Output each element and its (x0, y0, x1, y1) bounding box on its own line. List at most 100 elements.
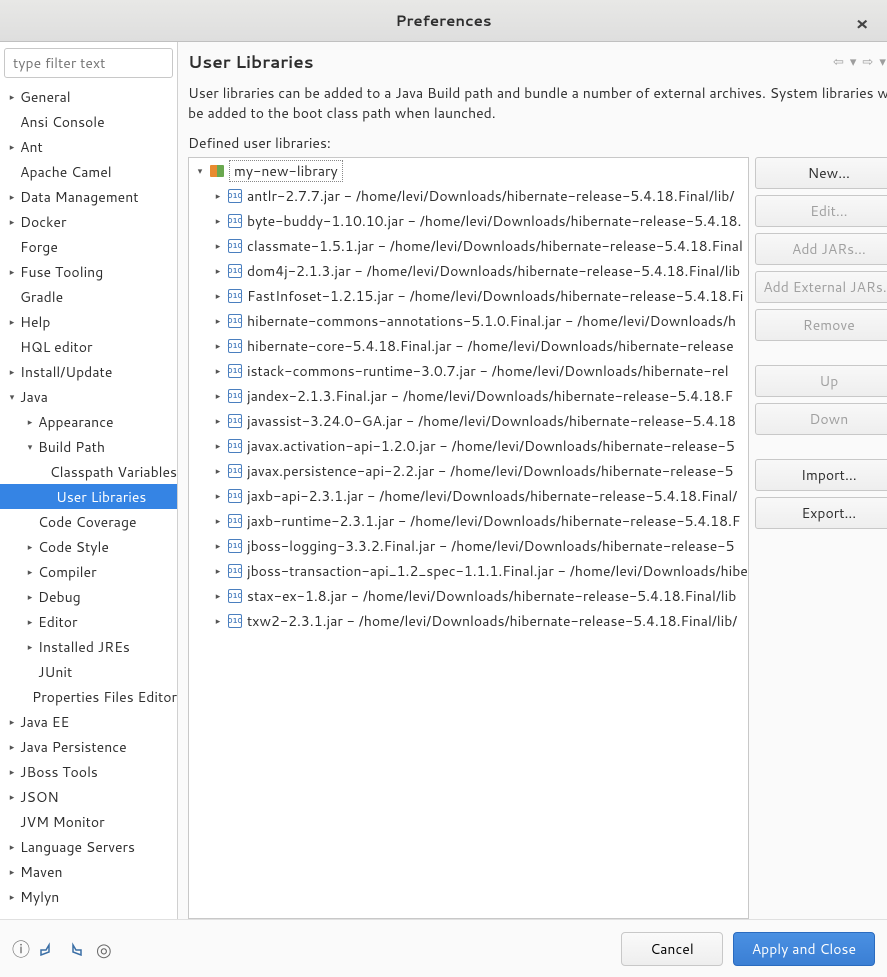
tree-item[interactable]: ▾Java (0, 384, 177, 409)
jar-item[interactable]: ▸010istack-commons-runtime-3.0.7.jar - /… (189, 358, 748, 383)
jar-item[interactable]: ▸010FastInfoset-1.2.15.jar - /home/levi/… (189, 283, 748, 308)
jar-item[interactable]: ▸010classmate-1.5.1.jar - /home/levi/Dow… (189, 233, 748, 258)
down-button[interactable]: Down (755, 403, 887, 435)
tree-item[interactable]: ▸Compiler (0, 559, 177, 584)
filter-input[interactable] (4, 48, 173, 78)
tree-item[interactable]: JVM Monitor (0, 809, 177, 834)
jar-item[interactable]: ▸010jaxb-api-2.3.1.jar - /home/levi/Down… (189, 483, 748, 508)
export-button[interactable]: Export... (755, 497, 887, 529)
expand-arrow-icon: ▸ (6, 265, 18, 278)
jar-label: javax.activation-api-1.2.0.jar - /home/l… (247, 436, 735, 456)
jar-item[interactable]: ▸010byte-buddy-1.10.10.jar - /home/levi/… (189, 208, 748, 233)
tree-item[interactable]: JUnit (0, 659, 177, 684)
tree-item[interactable]: ▸Mylyn (0, 884, 177, 909)
close-icon[interactable]: × (851, 10, 873, 32)
tree-item-label: Data Management (18, 187, 139, 207)
help-icon[interactable]: ⓘ (12, 936, 30, 962)
tree-item[interactable]: ▸Editor (0, 609, 177, 634)
expand-arrow-icon: ▸ (6, 315, 18, 328)
tree-item[interactable]: Code Coverage (0, 509, 177, 534)
tree-item-label: Properties Files Editor (30, 687, 177, 707)
back-icon[interactable]: ⇦ (833, 53, 844, 71)
forward-menu-icon[interactable]: ▾ (879, 53, 886, 71)
tree-item[interactable]: ▸Docker (0, 209, 177, 234)
tree-item[interactable]: Properties Files Editor (0, 684, 177, 709)
jar-label: jaxb-api-2.3.1.jar - /home/levi/Download… (247, 486, 737, 506)
tree-item[interactable]: ▸Installed JREs (0, 634, 177, 659)
expand-arrow-icon: ▾ (193, 164, 207, 177)
tree-item[interactable]: ▸Ant (0, 134, 177, 159)
new-button[interactable]: New... (755, 157, 887, 189)
jar-icon: 010 (227, 213, 243, 229)
tree-item[interactable]: HQL editor (0, 334, 177, 359)
jar-item[interactable]: ▸010jandex-2.1.3.Final.jar - /home/levi/… (189, 383, 748, 408)
jar-item[interactable]: ▸010stax-ex-1.8.jar - /home/levi/Downloa… (189, 583, 748, 608)
tree-item[interactable]: ▸Maven (0, 859, 177, 884)
library-root[interactable]: ▾my-new-library (189, 158, 748, 183)
jar-item[interactable]: ▸010antlr-2.7.7.jar - /home/levi/Downloa… (189, 183, 748, 208)
forward-icon[interactable]: ⇨ (862, 53, 873, 71)
tree-item[interactable]: ▸Install/Update (0, 359, 177, 384)
import-prefs-icon[interactable] (40, 936, 58, 962)
cancel-button[interactable]: Cancel (621, 932, 723, 966)
jar-icon: 010 (227, 388, 243, 404)
export-prefs-icon[interactable] (68, 936, 86, 962)
jar-item[interactable]: ▸010javax.persistence-api-2.2.jar - /hom… (189, 458, 748, 483)
jar-item[interactable]: ▸010hibernate-core-5.4.18.Final.jar - /h… (189, 333, 748, 358)
jar-item[interactable]: ▸010javax.activation-api-1.2.0.jar - /ho… (189, 433, 748, 458)
tree-item[interactable]: ▸Appearance (0, 409, 177, 434)
tree-item[interactable]: ▸General (0, 84, 177, 109)
window-title: Preferences (395, 10, 491, 31)
oomph-icon[interactable]: ◎ (96, 936, 112, 962)
jar-item[interactable]: ▸010javassist-3.24.0-GA.jar - /home/levi… (189, 408, 748, 433)
expand-arrow-icon: ▸ (211, 314, 225, 327)
tree-item[interactable]: ▸Language Servers (0, 834, 177, 859)
tree-item[interactable]: User Libraries (0, 484, 177, 509)
expand-arrow-icon: ▾ (24, 440, 36, 453)
expand-arrow-icon: ▸ (211, 339, 225, 352)
jar-item[interactable]: ▸010hibernate-commons-annotations-5.1.0.… (189, 308, 748, 333)
apply-close-button[interactable]: Apply and Close (733, 932, 875, 966)
expand-arrow-icon: ▸ (211, 464, 225, 477)
tree-item[interactable]: Ansi Console (0, 109, 177, 134)
tree-item-label: JBoss Tools (18, 762, 98, 782)
add-external-jars-button[interactable]: Add External JARs... (755, 271, 887, 303)
jar-icon: 010 (227, 563, 243, 579)
tree-item-label: Ant (18, 137, 43, 157)
jar-item[interactable]: ▸010jboss-logging-3.3.2.Final.jar - /hom… (189, 533, 748, 558)
tree-item[interactable]: ▸Help (0, 309, 177, 334)
tree-item[interactable]: Gradle (0, 284, 177, 309)
jar-item[interactable]: ▸010txw2-2.3.1.jar - /home/levi/Download… (189, 608, 748, 633)
tree-item[interactable]: Apache Camel (0, 159, 177, 184)
expand-arrow-icon: ▸ (211, 514, 225, 527)
edit-button[interactable]: Edit... (755, 195, 887, 227)
tree-item[interactable]: ▸Java Persistence (0, 734, 177, 759)
back-menu-icon[interactable]: ▾ (850, 53, 857, 71)
tree-item-label: Maven (18, 862, 63, 882)
tree-item[interactable]: ▸Debug (0, 584, 177, 609)
jar-item[interactable]: ▸010jboss-transaction-api_1.2_spec-1.1.1… (189, 558, 748, 583)
tree-item-label: Help (18, 312, 50, 332)
tree-item[interactable]: ▸Java EE (0, 709, 177, 734)
tree-item[interactable]: Forge (0, 234, 177, 259)
tree-item-label: Classpath Variables (48, 462, 177, 482)
tree-item[interactable]: ▸JBoss Tools (0, 759, 177, 784)
remove-button[interactable]: Remove (755, 309, 887, 341)
tree-item[interactable]: ▸Fuse Tooling (0, 259, 177, 284)
up-button[interactable]: Up (755, 365, 887, 397)
tree-item-label: JVM Monitor (18, 812, 105, 832)
page-description: User libraries can be added to a Java Bu… (188, 80, 887, 133)
tree-item[interactable]: Classpath Variables (0, 459, 177, 484)
tree-item[interactable]: ▸Code Style (0, 534, 177, 559)
import-button[interactable]: Import... (755, 459, 887, 491)
jar-label: hibernate-commons-annotations-5.1.0.Fina… (247, 311, 736, 331)
tree-item[interactable]: ▸Data Management (0, 184, 177, 209)
jar-item[interactable]: ▸010dom4j-2.1.3.jar - /home/levi/Downloa… (189, 258, 748, 283)
libraries-tree[interactable]: ▾my-new-library▸010antlr-2.7.7.jar - /ho… (188, 157, 749, 919)
add-jars-button[interactable]: Add JARs... (755, 233, 887, 265)
tree-item[interactable]: ▾Build Path (0, 434, 177, 459)
jar-item[interactable]: ▸010jaxb-runtime-2.3.1.jar - /home/levi/… (189, 508, 748, 533)
tree-item[interactable]: ▸JSON (0, 784, 177, 809)
tree-item-label: General (18, 87, 71, 107)
category-tree[interactable]: ▸GeneralAnsi Console▸AntApache Camel▸Dat… (0, 82, 177, 919)
